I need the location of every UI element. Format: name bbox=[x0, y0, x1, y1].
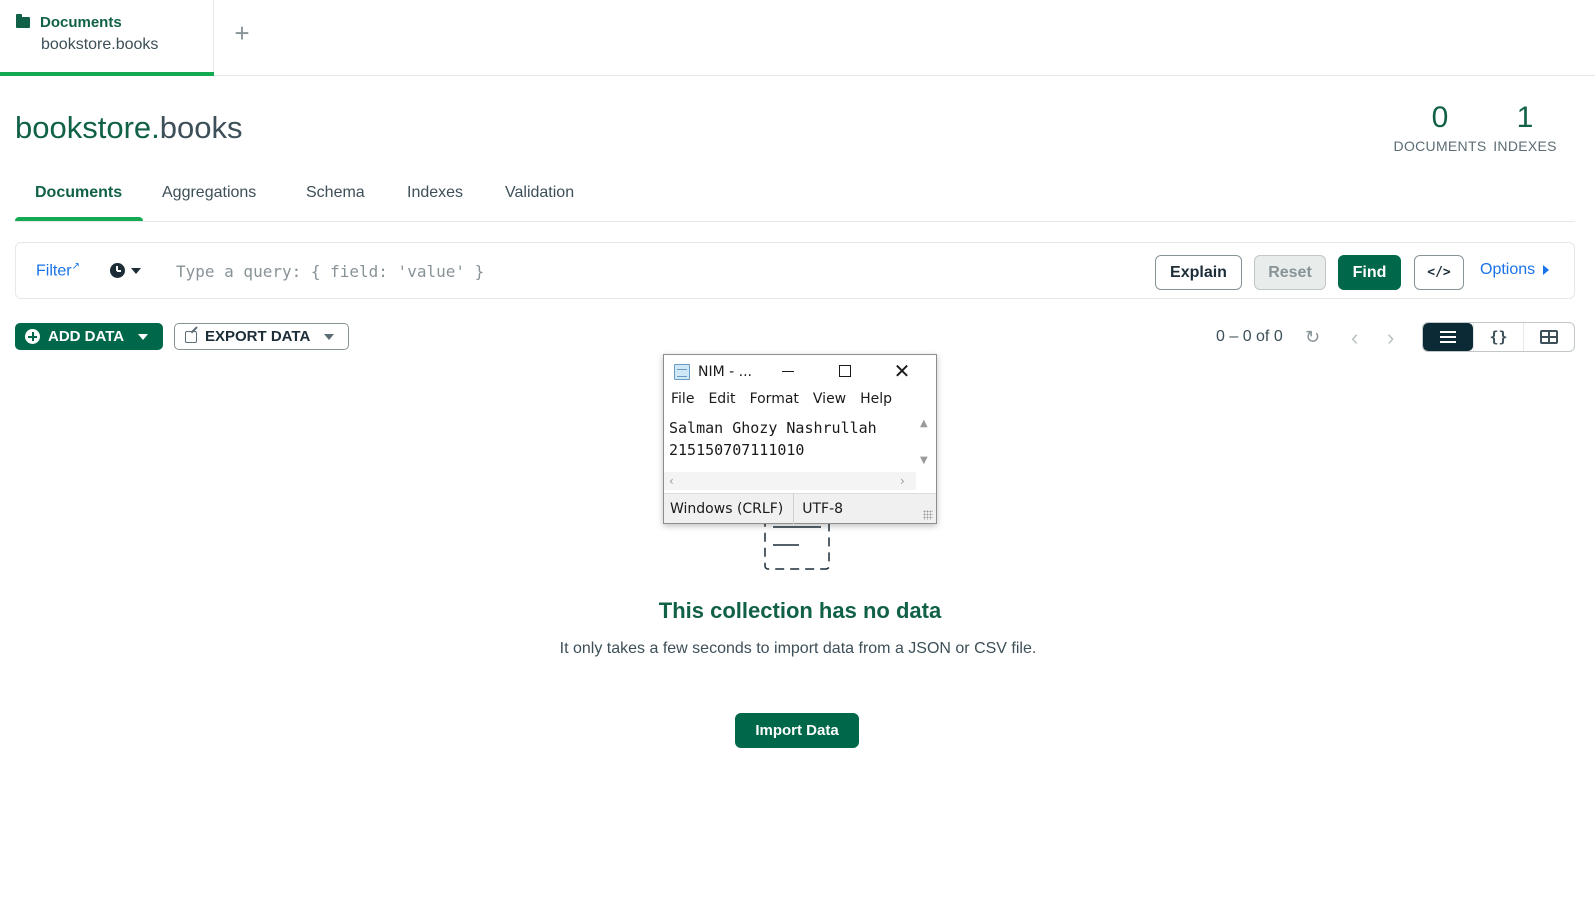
workspace-tab-documents[interactable]: Documents bookstore.books bbox=[0, 0, 214, 76]
encoding-status: UTF-8 bbox=[802, 500, 844, 517]
export-to-language-button[interactable]: </> bbox=[1414, 255, 1464, 290]
caret-right-icon bbox=[1543, 265, 1550, 275]
namespace-separator: . bbox=[151, 110, 160, 145]
minimize-button[interactable] bbox=[768, 357, 808, 385]
scroll-up-icon[interactable]: ▲ bbox=[920, 418, 928, 429]
maximize-icon bbox=[839, 365, 851, 377]
active-tab-indicator bbox=[0, 72, 214, 76]
scroll-right-icon[interactable]: › bbox=[900, 474, 905, 488]
find-button[interactable]: Find bbox=[1338, 255, 1401, 290]
clock-icon bbox=[110, 263, 125, 278]
indexes-stat: 1 INDEXES bbox=[1490, 100, 1560, 154]
caret-down-icon bbox=[324, 333, 335, 340]
notepad-app-icon bbox=[674, 364, 690, 380]
menu-edit[interactable]: Edit bbox=[707, 391, 742, 413]
add-data-button[interactable]: ADD DATA bbox=[15, 323, 163, 350]
caret-down-icon bbox=[131, 267, 141, 274]
caret-down-icon bbox=[138, 333, 149, 340]
table-icon bbox=[1540, 330, 1559, 344]
tab-aggregations[interactable]: Aggregations bbox=[162, 184, 256, 202]
workspace-tab-subtitle: bookstore.books bbox=[41, 36, 159, 53]
scroll-down-icon[interactable]: ▼ bbox=[920, 455, 928, 466]
tab-validation[interactable]: Validation bbox=[505, 184, 574, 202]
menu-view[interactable]: View bbox=[812, 391, 853, 413]
table-view-button[interactable] bbox=[1523, 323, 1574, 351]
next-page-icon[interactable]: › bbox=[1387, 325, 1394, 351]
notepad-statusbar: Windows (CRLF) UTF-8 bbox=[664, 493, 936, 524]
reset-button[interactable]: Reset bbox=[1254, 255, 1326, 290]
import-data-button[interactable]: Import Data bbox=[735, 713, 859, 748]
export-data-label: EXPORT DATA bbox=[205, 328, 311, 345]
workspace-tab-title: Documents bbox=[40, 14, 122, 31]
explain-button[interactable]: Explain bbox=[1155, 255, 1242, 290]
tab-schema[interactable]: Schema bbox=[306, 184, 365, 202]
collection-namespace-title: bookstore.books bbox=[15, 110, 243, 146]
filter-label: Filter bbox=[36, 262, 72, 280]
refresh-icon[interactable]: ↻ bbox=[1305, 327, 1320, 348]
notepad-title: NIM - ... bbox=[698, 364, 752, 380]
tab-documents[interactable]: Documents bbox=[35, 184, 122, 202]
indexes-count: 1 bbox=[1516, 101, 1534, 134]
export-data-button[interactable]: EXPORT DATA bbox=[174, 323, 349, 350]
database-name: bookstore bbox=[15, 110, 152, 145]
documents-count: 0 bbox=[1431, 101, 1449, 134]
tab-indexes[interactable]: Indexes bbox=[407, 184, 463, 202]
scroll-left-icon[interactable]: ‹ bbox=[669, 474, 674, 488]
notepad-window: NIM - ... ✕ File Edit Format View Help S… bbox=[663, 354, 937, 524]
query-input[interactable] bbox=[176, 253, 1116, 289]
filter-link[interactable]: Filter↗ bbox=[36, 261, 80, 280]
line-ending-status: Windows (CRLF) bbox=[664, 493, 795, 524]
json-view-button[interactable]: {} bbox=[1472, 323, 1524, 351]
menu-format[interactable]: Format bbox=[749, 391, 806, 413]
options-toggle[interactable]: Options bbox=[1480, 261, 1550, 279]
previous-page-icon[interactable]: ‹ bbox=[1351, 325, 1358, 351]
list-view-button[interactable] bbox=[1423, 323, 1473, 351]
notepad-text-area[interactable]: Salman Ghozy Nashrullah 215150707111010 bbox=[669, 417, 915, 467]
plus-circle-icon bbox=[25, 329, 40, 344]
options-label: Options bbox=[1480, 261, 1536, 278]
notepad-titlebar[interactable]: NIM - ... ✕ bbox=[664, 355, 936, 387]
folder-icon bbox=[16, 14, 30, 28]
pagination-range: 0 – 0 of 0 bbox=[1216, 328, 1283, 345]
close-icon: ✕ bbox=[893, 359, 911, 383]
workspace-tab-bar: Documents bookstore.books + bbox=[0, 0, 1595, 76]
query-bar: Filter↗ Explain Reset Find </> Options bbox=[15, 242, 1575, 299]
close-button[interactable]: ✕ bbox=[882, 357, 922, 385]
empty-state-description: It only takes a few seconds to import da… bbox=[559, 640, 1037, 657]
add-tab-button[interactable]: + bbox=[230, 18, 254, 48]
documents-stat: 0 DOCUMENTS bbox=[1380, 100, 1500, 154]
vertical-scrollbar[interactable]: ▲ ▼ bbox=[916, 415, 934, 471]
external-link-icon: ↗ bbox=[71, 261, 80, 272]
menu-file[interactable]: File bbox=[670, 391, 701, 413]
maximize-button[interactable] bbox=[825, 357, 865, 385]
add-data-label: ADD DATA bbox=[48, 328, 125, 345]
resize-grip-icon[interactable] bbox=[923, 510, 933, 520]
query-history-button[interactable] bbox=[110, 263, 141, 278]
menu-help[interactable]: Help bbox=[859, 391, 899, 413]
empty-state-title: This collection has no data bbox=[658, 598, 942, 623]
active-subtab-indicator bbox=[15, 217, 143, 221]
view-mode-toggle: {} bbox=[1422, 322, 1575, 352]
horizontal-scrollbar[interactable]: ‹ › bbox=[664, 472, 916, 490]
minimize-icon bbox=[782, 370, 794, 372]
documents-label: DOCUMENTS bbox=[1393, 138, 1487, 154]
json-braces-icon: {} bbox=[1489, 328, 1508, 346]
collection-name: books bbox=[159, 110, 243, 145]
list-icon bbox=[1439, 331, 1456, 343]
collection-tabs: Documents Aggregations Schema Indexes Va… bbox=[15, 174, 1575, 222]
notepad-menubar: File Edit Format View Help bbox=[664, 391, 936, 413]
indexes-label: INDEXES bbox=[1493, 138, 1557, 154]
export-icon bbox=[185, 330, 197, 343]
